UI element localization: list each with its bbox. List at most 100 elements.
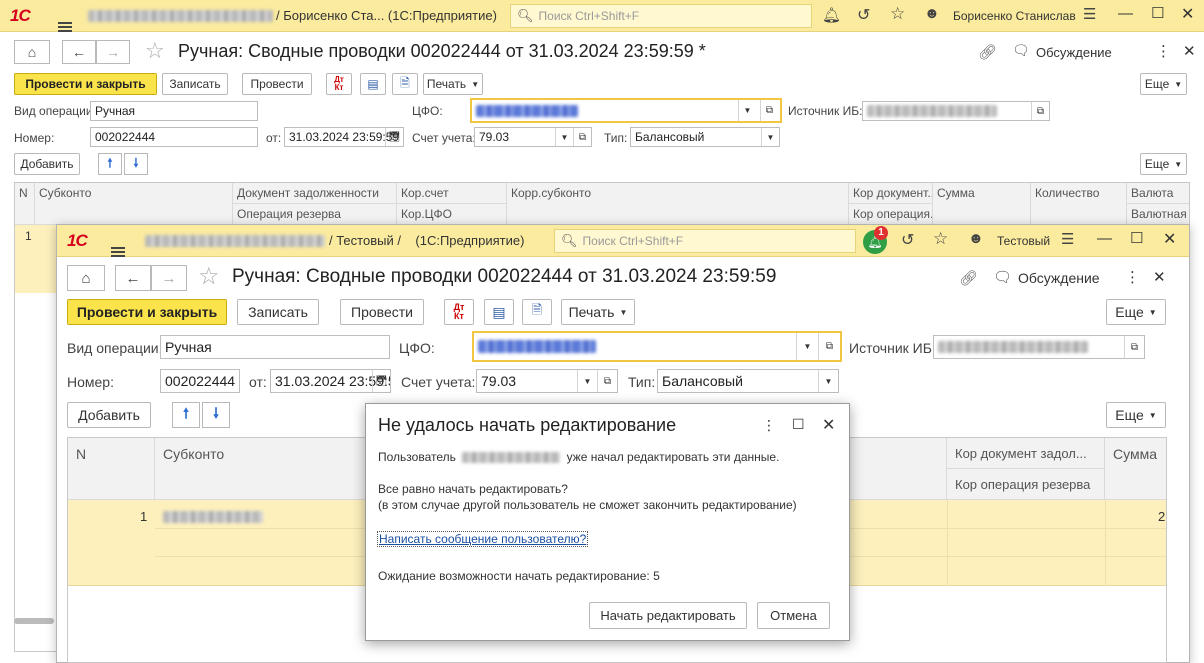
back-button[interactable]: ← xyxy=(115,265,151,291)
bg-move-down-button[interactable]: 🠗 xyxy=(124,153,148,175)
fg-date-field[interactable]: 31.03.2024 23:59:59 📅︎ xyxy=(270,369,391,393)
more-vertical-icon[interactable]: ⋮ xyxy=(1156,42,1171,60)
home-button[interactable]: ⌂ xyxy=(67,265,105,291)
chevron-down-icon[interactable]: ▼ xyxy=(738,100,756,121)
fg-search-field[interactable]: 🔍︎ Поиск Ctrl+Shift+F xyxy=(554,229,856,253)
fg-col-cor-op[interactable]: Кор операция резерва xyxy=(947,469,1105,500)
fg-move-down-button[interactable]: 🠗 xyxy=(202,402,230,428)
bg-number-field[interactable]: 002022444 xyxy=(90,127,258,147)
scrollbar[interactable] xyxy=(14,618,54,624)
bg-col-cor-subconto[interactable]: Корр.субконто xyxy=(507,183,849,225)
settings-menu-icon[interactable]: ☰ xyxy=(1083,5,1096,23)
main-menu-icon[interactable] xyxy=(111,246,125,257)
bg-col-sum[interactable]: Сумма xyxy=(933,183,1031,225)
fg-source-field[interactable]: ⧉ xyxy=(933,335,1145,359)
favorite-star-icon[interactable]: ☆ xyxy=(198,262,220,291)
bg-col-debt-doc[interactable]: Документ задолженности xyxy=(233,183,397,204)
user-icon[interactable]: ☻ xyxy=(968,230,984,247)
chevron-down-icon[interactable]: ▼ xyxy=(555,128,573,146)
settings-menu-icon[interactable]: ☰ xyxy=(1061,230,1074,248)
history-icon[interactable]: ↺ xyxy=(901,230,914,250)
bg-add-button[interactable]: Добавить xyxy=(14,153,80,175)
fg-move-up-button[interactable]: 🠕 xyxy=(172,402,200,428)
maximize-button[interactable]: ☐ xyxy=(1130,229,1143,247)
forward-button[interactable]: → xyxy=(151,265,187,291)
fg-print-button[interactable]: Печать ▼ xyxy=(561,299,635,325)
fg-number-field[interactable]: 002022444 xyxy=(160,369,240,393)
bg-col-subconto[interactable]: Субконто xyxy=(35,183,233,225)
history-icon[interactable]: ↺ xyxy=(857,5,870,25)
dt-kt-button[interactable]: Дт Кт xyxy=(326,73,352,95)
open-icon[interactable]: ⧉ xyxy=(1124,336,1144,358)
minimize-button[interactable]: — xyxy=(1118,5,1133,22)
fg-post-button[interactable]: Провести xyxy=(340,299,424,325)
fg-col-cor-doc[interactable]: Кор документ задол... xyxy=(947,438,1105,469)
bg-col-n[interactable]: N xyxy=(15,183,35,225)
chevron-down-icon[interactable]: ▼ xyxy=(796,333,818,360)
bg-search-field[interactable]: 🔍︎ Поиск Ctrl+Shift+F xyxy=(510,4,812,28)
fg-col-sum[interactable]: Сумма xyxy=(1105,438,1166,500)
bg-col-reserve-op[interactable]: Операция резерва xyxy=(233,204,397,225)
favorites-icon[interactable]: ☆ xyxy=(933,229,948,249)
bg-account-field[interactable]: 79.03 ▼ ⧉ xyxy=(474,127,592,147)
open-icon[interactable]: ⧉ xyxy=(597,370,617,392)
start-editing-button[interactable]: Начать редактировать xyxy=(589,602,747,629)
chevron-down-icon[interactable]: ▼ xyxy=(577,370,597,392)
link-icon[interactable]: 🔗︎ xyxy=(978,43,997,61)
forward-button[interactable]: → xyxy=(96,40,130,64)
fg-save-button[interactable]: Записать xyxy=(237,299,319,325)
more-vertical-icon[interactable]: ⋮ xyxy=(1125,268,1140,286)
dt-kt-button[interactable]: Дт Кт xyxy=(444,299,474,325)
bg-col-currency[interactable]: Валюта xyxy=(1127,183,1189,204)
fg-add-button[interactable]: Добавить xyxy=(67,402,151,428)
favorites-icon[interactable]: ☆ xyxy=(890,4,905,24)
bg-op-type-field[interactable]: Ручная xyxy=(90,101,258,121)
discussion-icon[interactable]: 🗨︎ xyxy=(993,268,1012,286)
close-form-icon[interactable]: ✕ xyxy=(1153,268,1166,286)
bg-source-field[interactable]: ⧉ xyxy=(862,101,1050,121)
minimize-button[interactable]: — xyxy=(1097,230,1112,247)
bg-more-table-button[interactable]: Еще ▼ xyxy=(1140,153,1187,175)
close-window-button[interactable]: ✕ xyxy=(1163,229,1176,249)
bg-type-field[interactable]: Балансовый ▼ xyxy=(630,127,780,147)
open-icon[interactable]: ⧉ xyxy=(1031,102,1049,120)
user-icon[interactable]: ☻ xyxy=(924,5,940,22)
home-button[interactable]: ⌂ xyxy=(14,40,50,64)
document-icon[interactable]: 🗎︎ xyxy=(392,73,418,95)
bg-cfo-field[interactable]: ▼ ⧉ xyxy=(470,98,782,123)
report-icon[interactable]: ▤ xyxy=(484,299,514,325)
fg-cfo-field[interactable]: ▼ ⧉ xyxy=(472,331,842,362)
bg-col-quantity[interactable]: Количество xyxy=(1031,183,1127,225)
fg-type-field[interactable]: Балансовый ▼ xyxy=(657,369,839,393)
bg-col-currency-sum[interactable]: Валютная с... xyxy=(1127,204,1189,225)
fg-account-field[interactable]: 79.03 ▼ ⧉ xyxy=(476,369,618,393)
fg-col-n[interactable]: N xyxy=(68,438,155,500)
chevron-down-icon[interactable]: ▼ xyxy=(818,370,838,392)
bg-col-cor-doc[interactable]: Кор документ... xyxy=(849,183,933,204)
message-user-link[interactable]: Написать сообщение пользователю? xyxy=(376,531,589,547)
fg-post-close-button[interactable]: Провести и закрыть xyxy=(67,299,227,325)
maximize-button[interactable]: ☐ xyxy=(1151,4,1164,22)
bg-move-up-button[interactable]: 🠕 xyxy=(98,153,122,175)
bg-date-field[interactable]: 31.03.2024 23:59:59 📅︎ xyxy=(284,127,404,147)
close-window-button[interactable]: ✕ xyxy=(1181,4,1194,24)
open-icon[interactable]: ⧉ xyxy=(818,333,840,360)
close-form-icon[interactable]: ✕ xyxy=(1183,42,1196,60)
fg-discussion-label[interactable]: Обсуждение xyxy=(1018,270,1100,286)
close-dialog-icon[interactable]: ✕ xyxy=(822,415,835,435)
favorite-star-icon[interactable]: ☆ xyxy=(145,38,165,64)
cancel-button[interactable]: Отмена xyxy=(757,602,830,629)
maximize-dialog-icon[interactable]: ☐ xyxy=(792,416,805,433)
fg-more-table-button[interactable]: Еще ▼ xyxy=(1106,402,1166,428)
fg-op-type-field[interactable]: Ручная xyxy=(160,335,390,359)
open-icon[interactable]: ⧉ xyxy=(760,100,778,121)
document-icon[interactable]: 🗎︎ xyxy=(522,299,552,325)
calendar-icon[interactable]: 📅︎ xyxy=(372,370,390,392)
link-icon[interactable]: 🔗︎ xyxy=(959,269,978,287)
bg-post-close-button[interactable]: Провести и закрыть xyxy=(14,73,157,95)
bell-icon[interactable]: 🔔︎ xyxy=(822,6,841,24)
chevron-down-icon[interactable]: ▼ xyxy=(761,128,779,146)
bg-col-cor-cfo[interactable]: Кор.ЦФО xyxy=(397,204,507,225)
open-icon[interactable]: ⧉ xyxy=(573,128,591,146)
bg-discussion-label[interactable]: Обсуждение xyxy=(1036,45,1112,60)
